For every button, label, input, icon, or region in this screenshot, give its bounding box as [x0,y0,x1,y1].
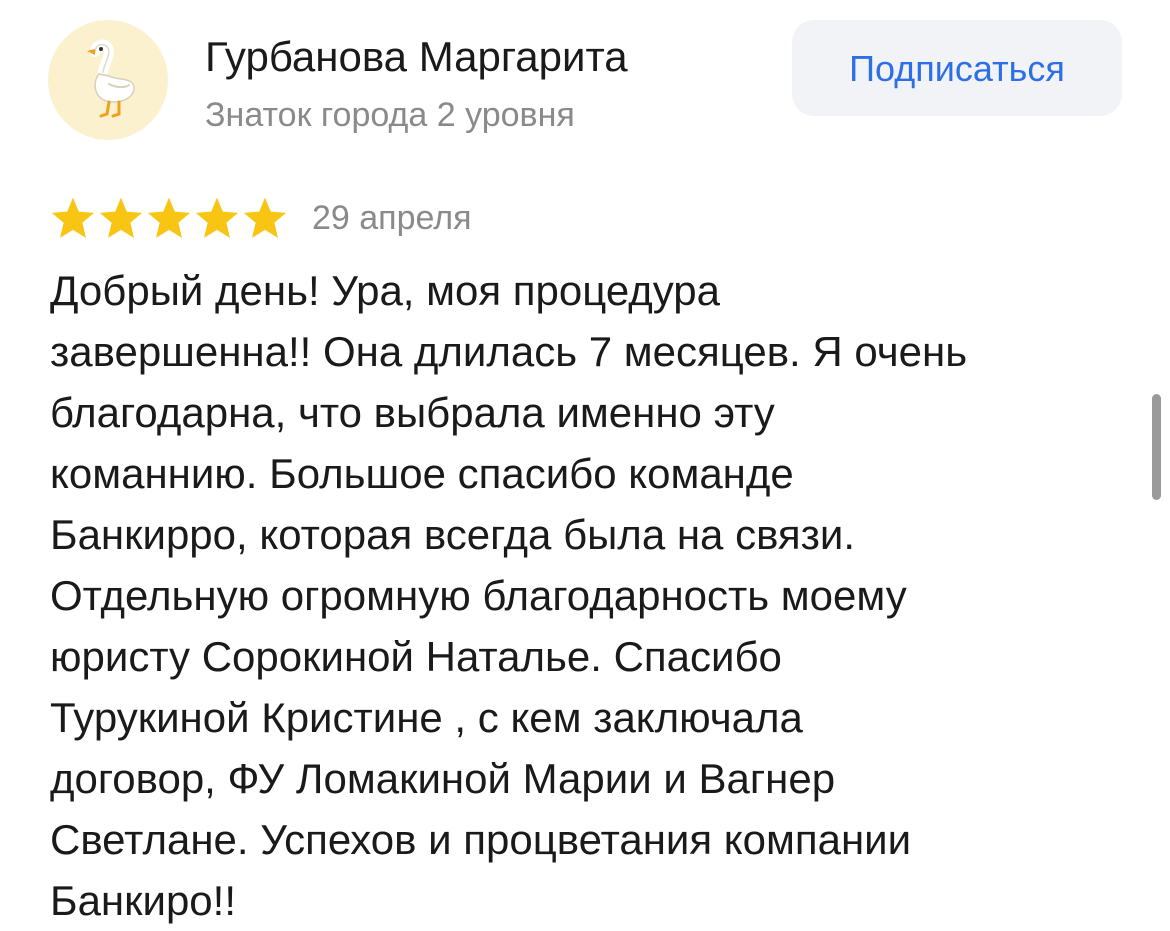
review-date: 29 апреля [312,199,472,237]
rating-stars [50,196,288,240]
review-line: команнию. Большое спасибо команде [50,450,794,497]
goose-icon [87,39,135,118]
star-icon [243,197,287,238]
avatar[interactable] [48,20,168,140]
review-line: договор, ФУ Ломакиной Марии и Вагнер [50,755,836,802]
star-icon [99,197,143,238]
subscribe-button[interactable]: Подписаться [792,20,1122,116]
review-line: Добрый день! Ура, моя процедура [50,267,721,314]
review-rating: 29 апреля [50,196,472,240]
star-icon [51,197,95,238]
review-line: Турукиной Кристине , с кем заключала [50,694,803,741]
review-line: завершенна!! Она длилась 7 месяцев. Я оч… [50,328,968,375]
review-line: юристу Сорокиной Наталье. Спасибо [50,633,782,680]
author-name[interactable]: Гурбанова Маргарита [205,32,628,82]
scrollbar-thumb[interactable] [1152,394,1161,500]
review-line: Отдельную огромную благодарность моему [50,572,907,619]
review-line: Банкирро, которая всегда была на связи. [50,511,856,558]
star-icon [147,197,191,238]
review-line: Светлане. Успехов и процветания компании [50,816,912,863]
review-line: Банкиро!! [50,877,237,924]
review-line: благодарна, что выбрала именно эту [50,389,775,436]
review-text: Добрый день! Ура, моя процедура завершен… [50,260,1110,931]
author-level: Знаток города 2 уровня [205,96,575,134]
star-icon [195,197,239,238]
